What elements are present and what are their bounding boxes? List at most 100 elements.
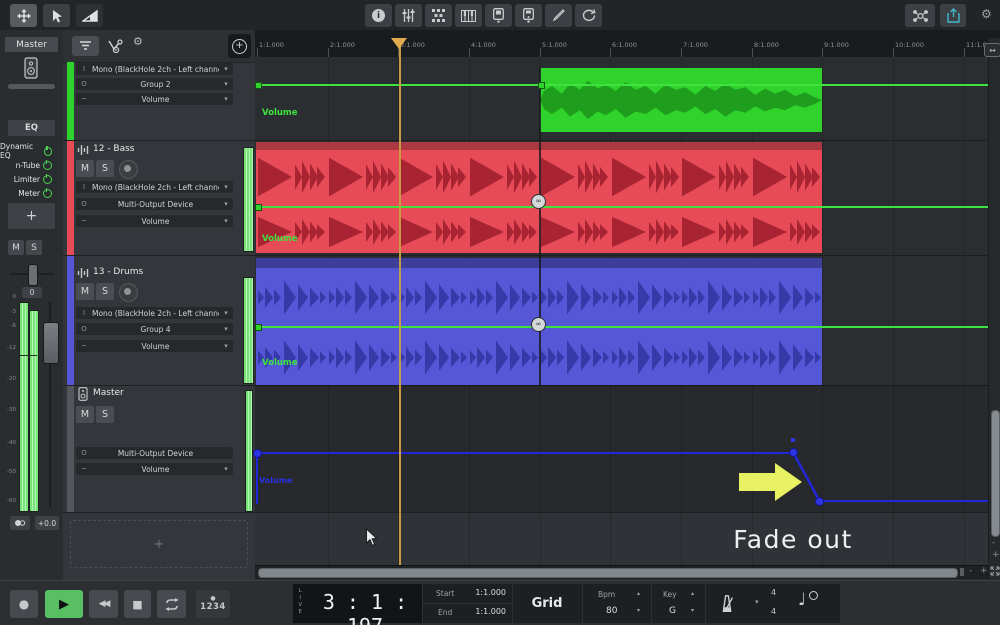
automation-node[interactable]: [255, 324, 262, 331]
clip-join-marker[interactable]: ∞: [531, 194, 546, 209]
track-name[interactable]: 13 - Drums: [93, 267, 143, 277]
loop-playback-button[interactable]: [157, 590, 186, 618]
track2-automation-row[interactable]: ~ Volume ▾: [76, 215, 233, 227]
plugin-slot-limiter[interactable]: Limiter: [0, 173, 52, 185]
track1-input-row[interactable]: I Mono (BlackHole 2ch - Left channel) ▾: [76, 63, 233, 75]
master-mute-button[interactable]: M: [8, 240, 24, 255]
timesig-numerator[interactable]: 4: [771, 588, 776, 597]
share-button[interactable]: [940, 4, 966, 27]
master-automation-line[interactable]: [256, 452, 793, 454]
playhead-marker[interactable]: [391, 38, 407, 49]
metronome-options-chevron-icon[interactable]: ▾: [755, 598, 759, 606]
rewind-button[interactable]: ◀◀: [89, 590, 118, 618]
info-button[interactable]: i: [365, 4, 392, 27]
automation-line-track3[interactable]: [256, 326, 988, 328]
settings-gear-icon[interactable]: ⚙: [981, 7, 992, 21]
master-automation-line-end[interactable]: [819, 500, 988, 502]
mixer-button[interactable]: [395, 4, 422, 27]
horizontal-scrollbar-thumb[interactable]: [258, 568, 958, 578]
fit-view-icon[interactable]: [990, 566, 1000, 576]
clip-join-marker[interactable]: ∞: [531, 317, 546, 332]
record-arm-button[interactable]: [119, 283, 138, 302]
add-track-button[interactable]: +: [228, 34, 251, 58]
power-icon[interactable]: [44, 147, 52, 156]
automation-node[interactable]: [538, 82, 545, 89]
pan-value[interactable]: 0: [22, 287, 42, 298]
track1-output-row[interactable]: O Group 2 ▾: [76, 78, 233, 90]
fade-tool-button[interactable]: [76, 4, 103, 27]
cursor-tool-button[interactable]: [43, 4, 70, 27]
stop-button[interactable]: ■: [124, 590, 151, 618]
move-tool-button[interactable]: [10, 4, 37, 27]
playhead-line[interactable]: [399, 38, 401, 565]
track-color-strip[interactable]: [67, 62, 74, 140]
track1-automation-row[interactable]: ~ Volume ▾: [76, 93, 233, 105]
metronome-button[interactable]: [711, 590, 743, 617]
master-width-slider[interactable]: [8, 84, 55, 89]
bpm-up-icon[interactable]: ▴: [637, 590, 640, 597]
mute-button[interactable]: M: [76, 283, 94, 300]
master-solo-button[interactable]: S: [26, 240, 42, 255]
vertical-scrollbar[interactable]: - +: [988, 38, 1000, 580]
automation-node-blue[interactable]: [815, 497, 824, 506]
bpm-value[interactable]: 80: [606, 606, 617, 616]
track3-output-row[interactable]: O Group 4 ▾: [76, 323, 233, 335]
automation-node-blue[interactable]: [253, 449, 262, 458]
automation-curve-handle[interactable]: [791, 438, 795, 442]
piano-button[interactable]: [455, 4, 482, 27]
track4-output-row[interactable]: O Multi-Output Device: [76, 447, 233, 459]
monitor-button[interactable]: [10, 516, 30, 530]
loop-button[interactable]: [575, 4, 602, 27]
track-color-strip[interactable]: [67, 141, 74, 255]
power-icon[interactable]: [43, 175, 52, 184]
time-display-panel[interactable]: LIVE 3 : 1 : 197: [293, 584, 422, 623]
zoom-out-button[interactable]: -: [969, 566, 972, 576]
device-button[interactable]: [485, 4, 512, 27]
grid-button[interactable]: Grid: [512, 584, 582, 623]
master-strip-title[interactable]: Master: [5, 37, 58, 52]
timesig-denominator[interactable]: 4: [771, 607, 776, 616]
track3-automation-row[interactable]: ~ Volume ▾: [76, 340, 233, 352]
key-down-icon[interactable]: ▾: [691, 607, 694, 614]
master-lane-background[interactable]: [255, 385, 1000, 512]
automation-node-blue[interactable]: [789, 448, 798, 457]
track-name[interactable]: Master: [93, 388, 124, 398]
gain-readout[interactable]: +0.0: [35, 516, 59, 530]
record-button[interactable]: ●: [10, 590, 38, 618]
track2-input-row[interactable]: I Mono (BlackHole 2ch - Left channel) ▾: [76, 181, 233, 193]
automation-line-track1[interactable]: [256, 84, 988, 86]
automation-mode-button[interactable]: [105, 36, 127, 56]
track-color-strip[interactable]: [67, 386, 74, 512]
fader-handle[interactable]: [43, 322, 59, 364]
solo-button[interactable]: S: [96, 283, 114, 300]
vertical-scrollbar-thumb[interactable]: [991, 410, 1000, 537]
track4-automation-row[interactable]: ~ Volume ▾: [76, 463, 233, 475]
solo-button[interactable]: S: [96, 406, 114, 423]
time-display[interactable]: 3 : 1 : 197: [311, 590, 419, 625]
horizontal-scrollbar[interactable]: - +: [255, 565, 1000, 579]
device-2-button[interactable]: [515, 4, 542, 27]
pencil-button[interactable]: [545, 4, 572, 27]
audio-clip-green[interactable]: [540, 68, 822, 132]
plugin-manager-button[interactable]: [905, 4, 935, 27]
pan-slider-handle[interactable]: [28, 264, 38, 286]
plugin-slot-meter[interactable]: Meter: [0, 187, 52, 199]
eq-button[interactable]: EQ: [8, 120, 55, 136]
automation-line-track2[interactable]: [256, 206, 988, 208]
start-value[interactable]: 1:1.000: [475, 588, 506, 597]
track2-output-row[interactable]: O Multi-Output Device ▾: [76, 198, 233, 210]
zoom-in-button[interactable]: +: [992, 550, 1000, 560]
track3-input-row[interactable]: I Mono (BlackHole 2ch - Left channel) ▾: [76, 307, 233, 319]
play-button[interactable]: ▶: [45, 590, 83, 618]
count-in-button[interactable]: ● 1234: [196, 590, 230, 618]
track-settings-gear-icon[interactable]: ⚙: [133, 35, 143, 48]
mini-zoom-slider[interactable]: [960, 568, 964, 576]
key-value[interactable]: G: [669, 606, 676, 616]
automation-node[interactable]: [255, 82, 262, 89]
zoom-out-button[interactable]: -: [992, 538, 995, 548]
automation-node[interactable]: [255, 204, 262, 211]
key-up-icon[interactable]: ▴: [691, 590, 694, 597]
plugin-slot-dynamic-eq[interactable]: Dynamic EQ: [0, 145, 52, 157]
timeline-ruler[interactable]: 1:1.000 2:1.000 3:1.000 4:1.000 5:1.000 …: [255, 30, 1000, 58]
power-icon[interactable]: [43, 161, 52, 170]
